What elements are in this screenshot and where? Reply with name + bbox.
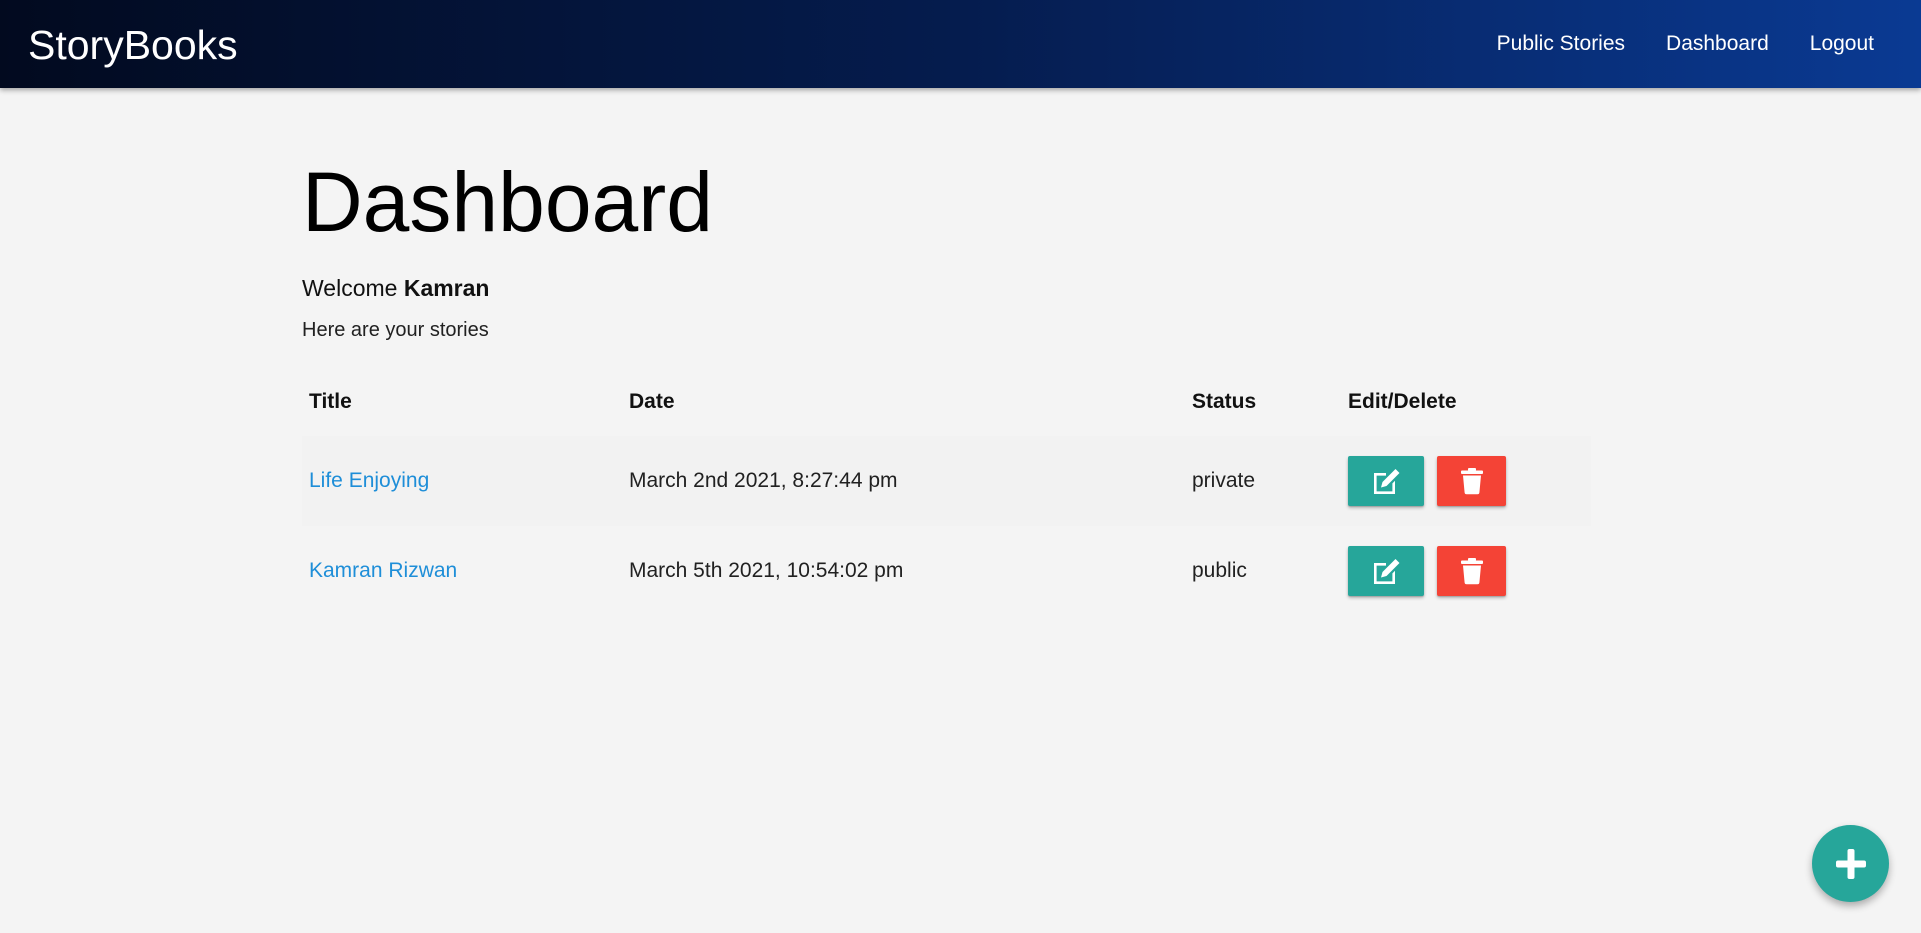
navbar: StoryBooks Public Stories Dashboard Logo… <box>0 0 1921 88</box>
story-date: March 2nd 2021, 8:27:44 pm <box>629 469 898 492</box>
story-date: March 5th 2021, 10:54:02 pm <box>629 559 904 582</box>
edit-icon <box>1374 469 1400 494</box>
plus-icon <box>1835 848 1866 879</box>
nav-link-logout[interactable]: Logout <box>1810 32 1874 56</box>
action-buttons <box>1348 456 1591 506</box>
table-header-row: Title Date Status Edit/Delete <box>302 368 1591 436</box>
story-title-link[interactable]: Life Enjoying <box>309 469 429 492</box>
user-name: Kamran <box>403 275 490 301</box>
brand-logo[interactable]: StoryBooks <box>28 20 238 70</box>
story-status: private <box>1192 469 1256 492</box>
nav-link-dashboard[interactable]: Dashboard <box>1666 32 1769 56</box>
header-title: Title <box>309 390 352 413</box>
delete-button[interactable] <box>1437 456 1506 506</box>
table-row: Kamran Rizwan March 5th 2021, 10:54:02 p… <box>302 526 1591 616</box>
add-story-button[interactable] <box>1812 825 1889 902</box>
story-status: public <box>1192 559 1247 582</box>
action-buttons <box>1348 546 1591 596</box>
edit-icon <box>1374 559 1400 584</box>
trash-icon <box>1460 468 1483 495</box>
story-actions <box>1341 436 1591 526</box>
story-title-cell: Kamran Rizwan <box>302 526 622 616</box>
header-status: Status <box>1192 390 1257 413</box>
page-title: Dashboard <box>302 155 713 249</box>
welcome-prefix: Welcome <box>302 275 404 301</box>
edit-button[interactable] <box>1348 546 1424 596</box>
story-title-cell: Life Enjoying <box>302 436 622 526</box>
story-actions <box>1341 526 1591 616</box>
header-edit-delete: Edit/Delete <box>1348 390 1457 413</box>
header-date: Date <box>629 390 675 413</box>
delete-button[interactable] <box>1437 546 1506 596</box>
nav-link-public-stories[interactable]: Public Stories <box>1497 32 1625 56</box>
story-title-link[interactable]: Kamran Rizwan <box>309 559 457 582</box>
edit-button[interactable] <box>1348 456 1424 506</box>
trash-icon <box>1460 558 1483 585</box>
table-row: Life Enjoying March 2nd 2021, 8:27:44 pm… <box>302 436 1591 526</box>
nav-links: Public Stories Dashboard Logout <box>1456 0 1874 88</box>
welcome-message: Welcome Kamran <box>302 274 489 302</box>
stories-table: Title Date Status Edit/Delete Life Enjoy… <box>302 368 1591 616</box>
stories-subtitle: Here are your stories <box>302 319 489 341</box>
